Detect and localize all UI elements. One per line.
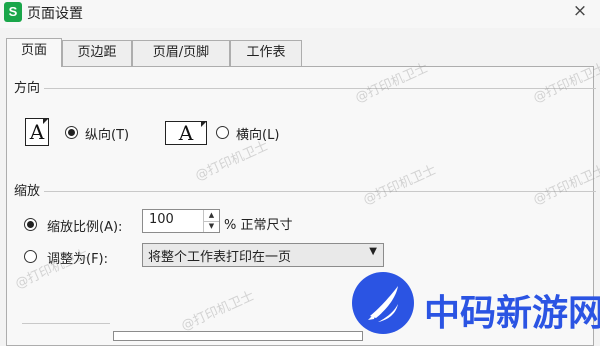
tab-header-footer[interactable]: 页眉/页脚	[132, 40, 230, 66]
scale-radio[interactable]	[24, 218, 37, 231]
scale-value[interactable]: 100	[149, 212, 174, 227]
landscape-label[interactable]: 横向(L)	[236, 124, 279, 143]
portrait-radio[interactable]	[65, 126, 78, 139]
lower-divider	[22, 323, 110, 324]
brand-logo-icon	[352, 272, 414, 334]
orientation-divider	[44, 88, 596, 89]
fit-radio[interactable]	[24, 250, 37, 263]
spin-buttons: ▲ ▼	[203, 210, 219, 232]
tab-page[interactable]: 页面	[6, 38, 62, 67]
title-bar: S 页面设置 ×	[0, 0, 600, 28]
brand-name: 中码新游网	[424, 293, 600, 334]
orientation-section-label: 方向	[14, 81, 41, 96]
portrait-label[interactable]: 纵向(T)	[85, 124, 129, 143]
scale-spinbox[interactable]: 100 ▲ ▼	[142, 209, 220, 233]
wps-spreadsheet-icon: S	[4, 2, 22, 22]
scaling-section-label: 缩放	[14, 184, 41, 199]
fit-dropdown[interactable]: 将整个工作表打印在一页 ▼	[142, 243, 384, 267]
scale-suffix: % 正常尺寸	[224, 218, 293, 233]
tab-sheet[interactable]: 工作表	[230, 40, 302, 66]
dropdown-arrow-icon[interactable]: ▼	[369, 246, 377, 257]
scale-label[interactable]: 缩放比例(A):	[47, 216, 122, 235]
fit-dropdown-value: 将整个工作表打印在一页	[148, 250, 292, 265]
fit-label[interactable]: 调整为(F):	[47, 248, 108, 267]
landscape-page-icon: A	[165, 121, 207, 145]
dialog-title: 页面设置	[27, 6, 83, 22]
landscape-radio[interactable]	[216, 126, 229, 139]
scaling-divider	[44, 191, 596, 192]
tab-margins[interactable]: 页边距	[62, 40, 132, 66]
partial-input-box[interactable]	[113, 331, 363, 341]
spin-down-icon[interactable]: ▼	[204, 221, 219, 232]
portrait-page-icon: A	[25, 118, 49, 146]
close-button[interactable]: ×	[570, 1, 590, 21]
